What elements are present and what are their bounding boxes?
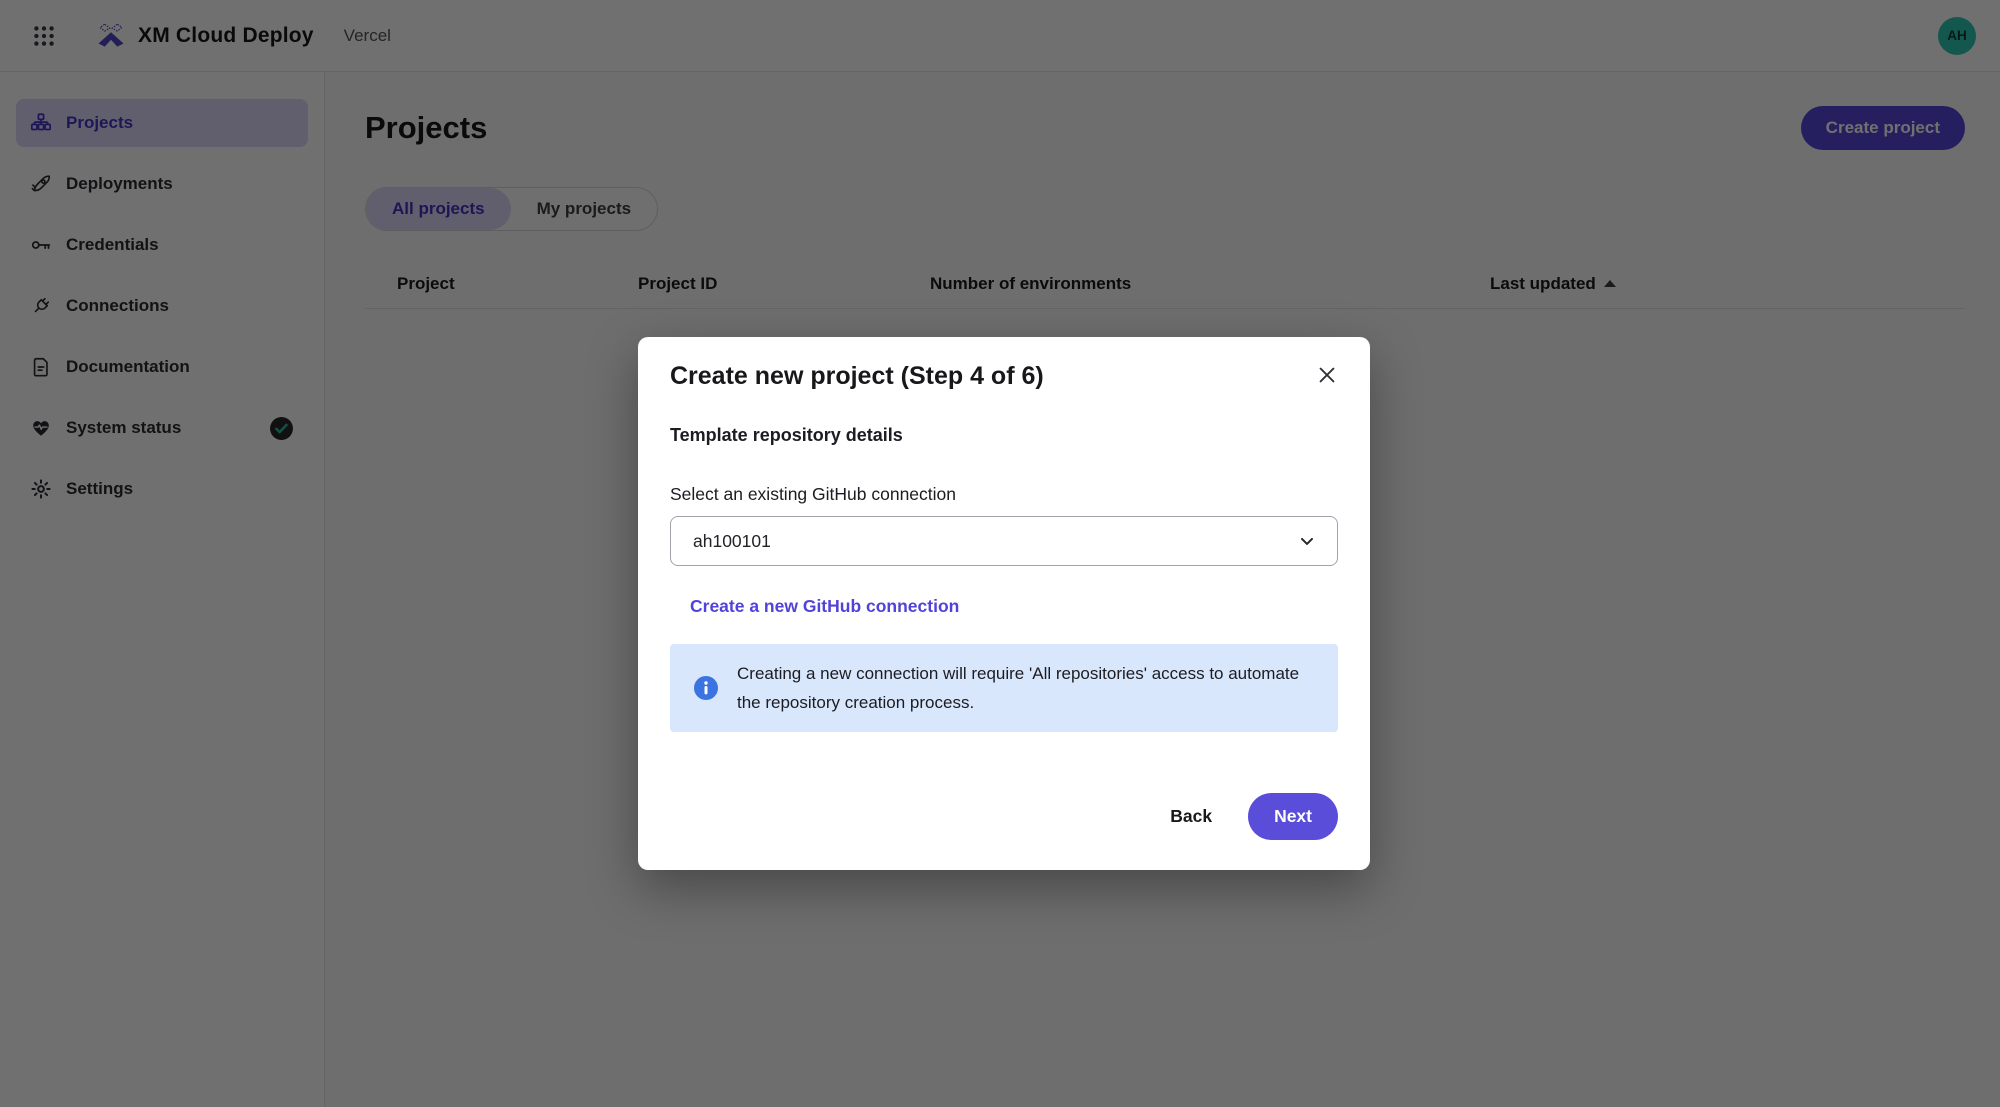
github-connection-select[interactable]: ah100101 — [670, 516, 1338, 566]
close-button[interactable] — [1310, 358, 1344, 392]
create-github-connection-link[interactable]: Create a new GitHub connection — [690, 596, 959, 617]
chevron-down-icon — [1297, 531, 1317, 551]
section-title: Template repository details — [670, 425, 1338, 446]
app-window: XM Cloud Deploy Vercel AH Projects — [0, 0, 2000, 1107]
back-button[interactable]: Back — [1170, 806, 1212, 827]
modal-title: Create new project (Step 4 of 6) — [670, 362, 1044, 391]
close-icon — [1316, 364, 1338, 386]
github-connection-select-value: ah100101 — [693, 531, 771, 552]
info-icon — [694, 676, 718, 700]
info-alert: Creating a new connection will require '… — [670, 644, 1338, 732]
github-connection-select-label: Select an existing GitHub connection — [670, 484, 1338, 505]
info-alert-text: Creating a new connection will require '… — [737, 659, 1314, 717]
next-button[interactable]: Next — [1248, 793, 1338, 840]
create-project-modal: Create new project (Step 4 of 6) Templat… — [638, 337, 1370, 870]
